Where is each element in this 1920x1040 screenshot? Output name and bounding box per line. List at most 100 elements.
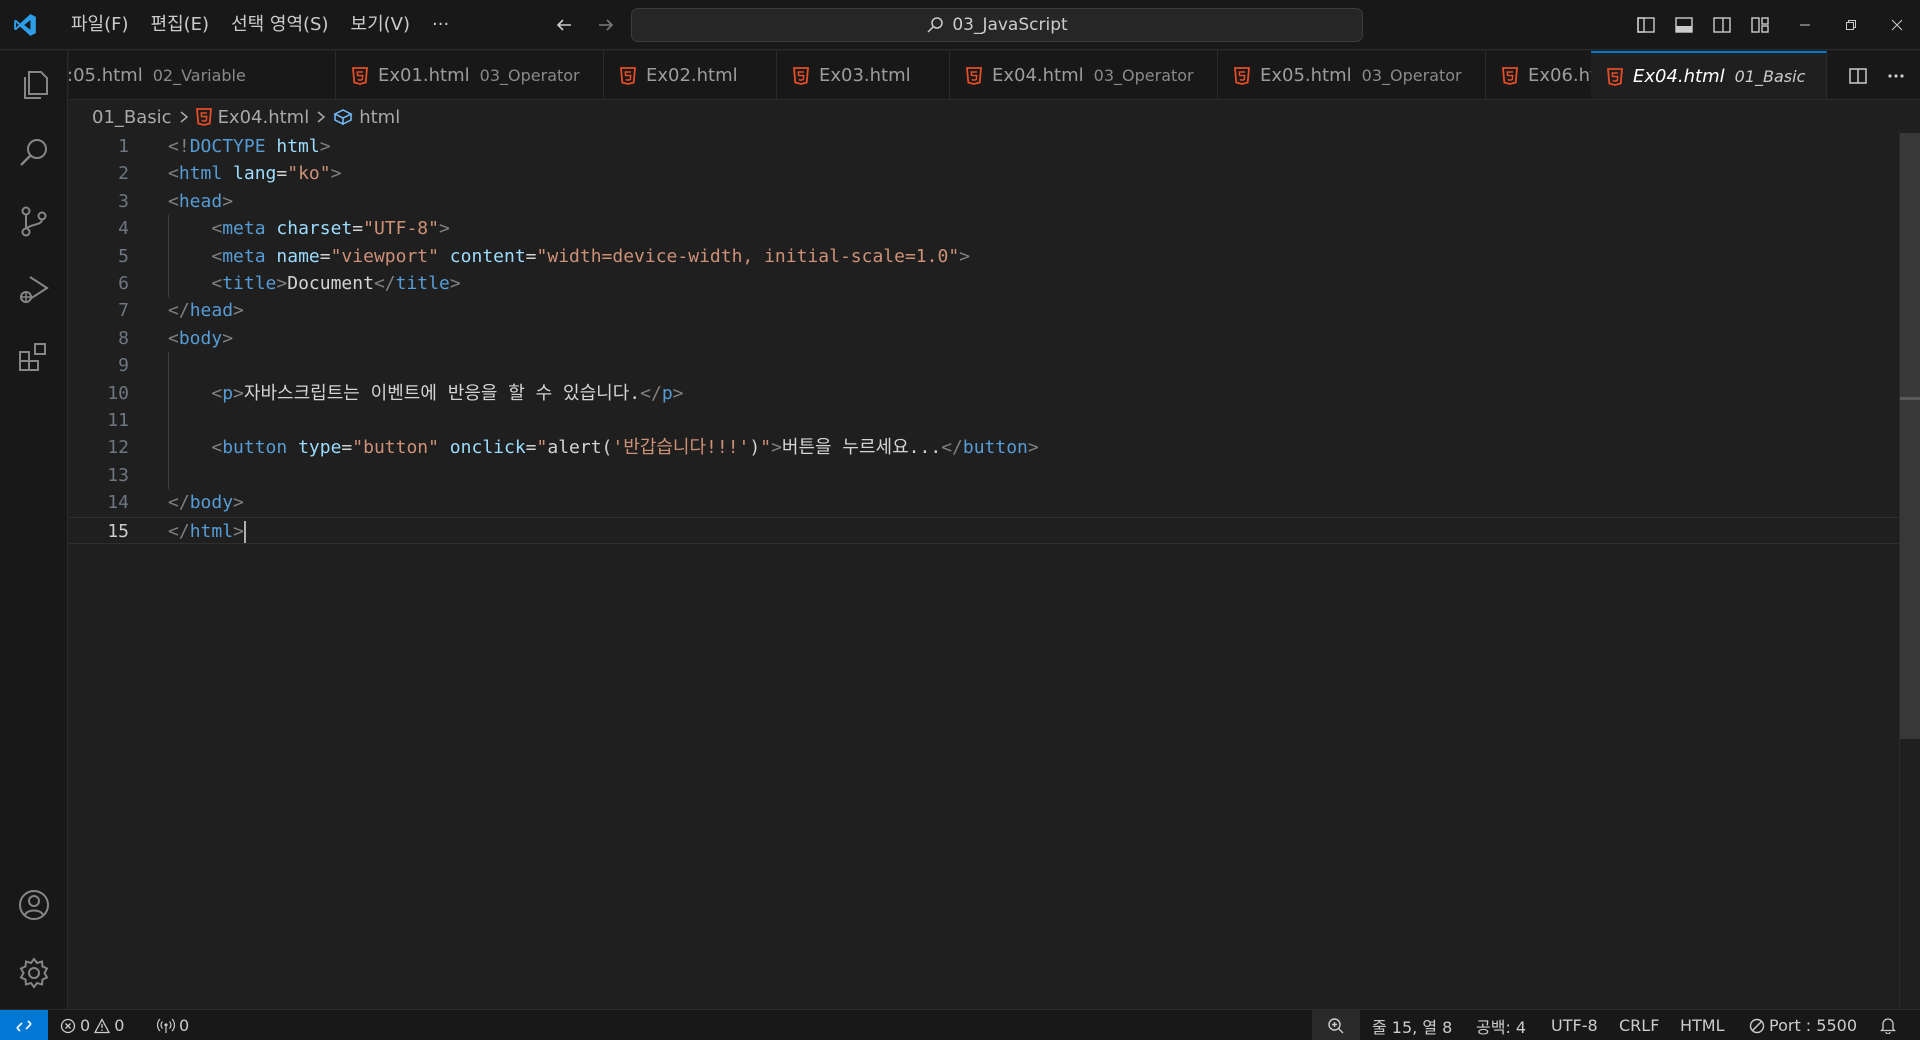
- ports-status[interactable]: 0: [157, 1010, 189, 1040]
- toggle-panel-button[interactable]: [1668, 9, 1700, 41]
- toggle-secondary-sidebar-button[interactable]: [1706, 9, 1738, 41]
- forward-button[interactable]: [590, 9, 622, 41]
- line-number: 13: [107, 464, 129, 486]
- code-text: <!DOCTYPE html>: [168, 133, 331, 160]
- tab-ex05-variable[interactable]: :05.html 02_Variable: [69, 51, 336, 99]
- live-server-status[interactable]: Port : 5500: [1749, 1010, 1857, 1040]
- menu-selection[interactable]: 선택 영역(S): [220, 9, 339, 41]
- breadcrumb-folder[interactable]: 01_Basic: [92, 107, 172, 128]
- tab-ex02[interactable]: Ex02.html: [604, 51, 777, 99]
- accounts-button[interactable]: [0, 871, 68, 939]
- problems-status[interactable]: 0 0: [60, 1010, 124, 1040]
- code-text: <meta name="viewport" content="width=dev…: [168, 243, 970, 270]
- tab-description: 03_Operator: [479, 66, 580, 85]
- line-number: 1: [118, 136, 129, 157]
- tab-ex03[interactable]: Ex03.html: [777, 51, 950, 99]
- code-token: >: [233, 300, 244, 322]
- code-token: <: [211, 437, 223, 459]
- back-button[interactable]: [548, 9, 580, 41]
- line-number: 14: [107, 492, 129, 514]
- tab-label: Ex04.html: [1633, 66, 1725, 87]
- code-line[interactable]: 2 <html lang="ko">: [69, 160, 1900, 187]
- account-icon: [19, 890, 49, 920]
- tab-ex01-operator[interactable]: Ex01.html 03_Operator: [336, 51, 604, 99]
- code-token: alert(: [547, 437, 613, 459]
- code-line[interactable]: 8 <body>: [69, 325, 1900, 352]
- tab-ex04-operator[interactable]: Ex04.html 03_Operator: [950, 51, 1218, 99]
- encoding-status[interactable]: UTF-8: [1551, 1010, 1598, 1040]
- code-line[interactable]: 4 <meta charset="UTF-8">: [69, 215, 1900, 242]
- code-token: <!: [168, 136, 190, 157]
- code-token: =: [319, 245, 331, 267]
- eol-status[interactable]: CRLF: [1619, 1010, 1659, 1040]
- close-window-button[interactable]: [1874, 0, 1920, 50]
- command-center[interactable]: 03_JavaScript: [631, 8, 1363, 42]
- code-line[interactable]: 6 <title>Document</title>: [69, 270, 1900, 297]
- editor-scrollbar-thumb[interactable]: [1900, 133, 1920, 739]
- close-icon: [1891, 19, 1903, 31]
- code-text: <meta charset="UTF-8">: [168, 215, 449, 242]
- cursor-position-status[interactable]: 줄 15, 열 8: [1372, 1010, 1452, 1040]
- split-editor-icon: [1849, 67, 1867, 84]
- explorer-button[interactable]: [0, 51, 68, 119]
- code-token: button: [222, 437, 288, 459]
- code-line[interactable]: 12 <button type="button" onclick="alert(…: [69, 434, 1900, 461]
- tab-ex05-operator[interactable]: Ex05.html 03_Operator: [1218, 51, 1486, 99]
- line-number: 9: [118, 355, 129, 377]
- code-token: <: [168, 327, 179, 349]
- code-token: body: [178, 327, 223, 349]
- toggle-primary-sidebar-button[interactable]: [1630, 9, 1662, 41]
- indentation-status[interactable]: 공백: 4: [1476, 1010, 1526, 1040]
- customize-layout-button[interactable]: [1744, 9, 1776, 41]
- search-view-button[interactable]: [0, 119, 68, 187]
- code-token: title: [395, 273, 450, 294]
- menu-file[interactable]: 파일(F): [60, 9, 140, 41]
- code-line[interactable]: 15 </html>: [69, 516, 1900, 544]
- code-text: <button type="button" onclick="alert('반갑…: [168, 434, 1038, 461]
- menu-bar: 파일(F) 편집(E) 선택 영역(S) 보기(V) ···: [60, 0, 460, 50]
- code-token: head: [189, 300, 234, 322]
- source-control-icon: [21, 206, 47, 237]
- notifications-button[interactable]: [1880, 1010, 1896, 1040]
- minimize-button[interactable]: [1782, 0, 1828, 50]
- split-editor-button[interactable]: [1842, 60, 1874, 92]
- code-line[interactable]: 11: [69, 407, 1900, 434]
- code-token: DOCTYPE: [189, 136, 266, 157]
- source-control-button[interactable]: [0, 187, 68, 255]
- code-editor[interactable]: 1 <!DOCTYPE html> 2 <html lang="ko"> 3 <head>…: [69, 133, 1900, 1009]
- code-line[interactable]: 1 <!DOCTYPE html>: [69, 133, 1900, 160]
- breadcrumb-file[interactable]: Ex04.html: [218, 107, 310, 128]
- code-token: =: [525, 437, 537, 459]
- code-line[interactable]: 5 <meta name="viewport" content="width=d…: [69, 243, 1900, 270]
- vscode-logo-icon[interactable]: [12, 12, 38, 38]
- manage-settings-button[interactable]: [0, 939, 68, 1007]
- code-token: lang: [222, 163, 277, 185]
- menu-edit[interactable]: 편집(E): [140, 9, 221, 41]
- zoom-button[interactable]: [1312, 1010, 1360, 1040]
- menu-view[interactable]: 보기(V): [340, 9, 421, 41]
- menu-more[interactable]: ···: [421, 9, 460, 41]
- code-token: html: [178, 163, 223, 185]
- editor-more-actions-button[interactable]: [1880, 60, 1912, 92]
- code-token: "ko": [287, 163, 331, 185]
- code-line[interactable]: 13: [69, 462, 1900, 489]
- code-line[interactable]: 14 </body>: [69, 489, 1900, 516]
- code-line[interactable]: 7 </head>: [69, 297, 1900, 324]
- language-mode-status[interactable]: HTML: [1680, 1010, 1725, 1040]
- sidebar-left-icon: [1637, 17, 1655, 33]
- extensions-button[interactable]: [0, 323, 68, 391]
- code-line[interactable]: 3 <head>: [69, 188, 1900, 215]
- code-token: type: [287, 437, 342, 459]
- code-line[interactable]: 9: [69, 352, 1900, 379]
- breadcrumb-symbol[interactable]: html: [359, 107, 400, 128]
- code-line[interactable]: 10 <p>자바스크립트는 이벤트에 반응을 할 수 있습니다.</p>: [69, 380, 1900, 407]
- line-number: 3: [118, 190, 129, 212]
- tab-ex04-basic-active[interactable]: Ex04.html 01_Basic: [1591, 51, 1827, 99]
- code-token: "button": [352, 437, 439, 459]
- code-token: >: [330, 163, 342, 185]
- remote-indicator-button[interactable]: [0, 1010, 48, 1040]
- run-debug-button[interactable]: [0, 255, 68, 323]
- restore-button[interactable]: [1828, 0, 1874, 50]
- eol-text: CRLF: [1619, 1016, 1660, 1035]
